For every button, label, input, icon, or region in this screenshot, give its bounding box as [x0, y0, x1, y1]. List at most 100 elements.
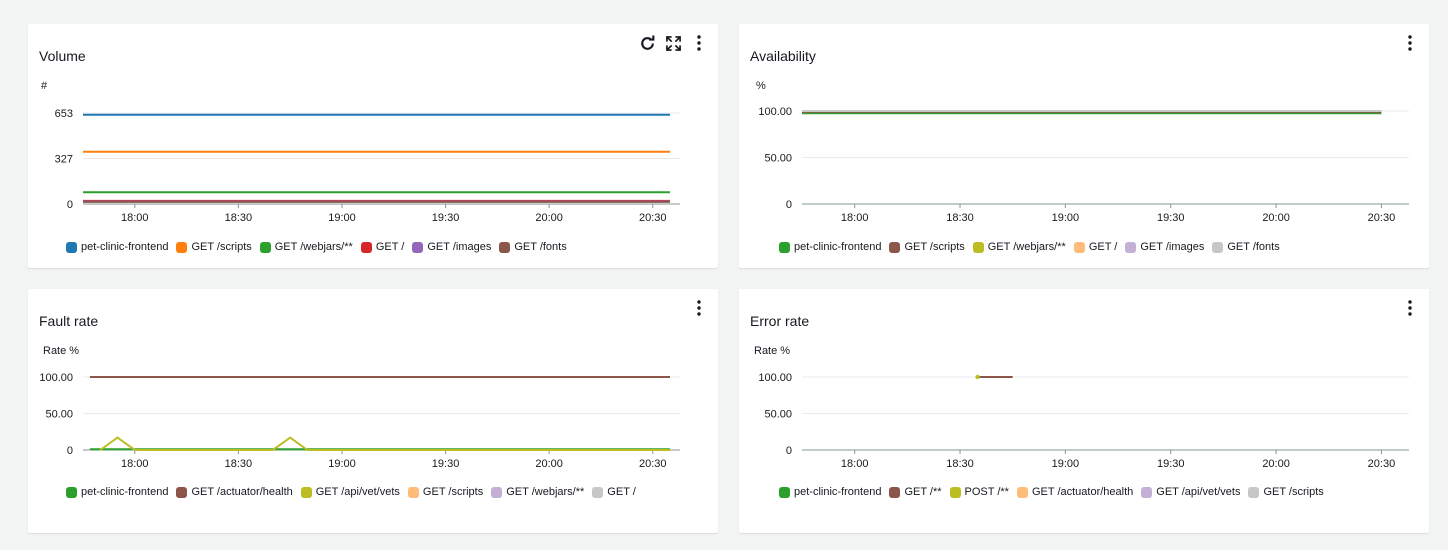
legend-swatch [66, 241, 77, 253]
legend-item[interactable]: GET /scripts [176, 241, 252, 253]
error-rate-panel: Error rate Rate % 100.00 50.00 0 18:00 18:30… [739, 289, 1429, 533]
legend-label: GET /scripts [191, 241, 252, 253]
x-tick-label: 18:00 [841, 458, 869, 470]
volume-chart: 653 327 0 18:00 18:30 19:00 19:30 20:00 20:30 [55, 108, 680, 224]
legend-item[interactable]: GET / [592, 486, 636, 498]
x-tick-label: 20:30 [1368, 212, 1396, 224]
x-tick-label: 19:30 [432, 212, 460, 224]
y-tick-label: 327 [55, 154, 73, 166]
legend-label: GET /fonts [514, 241, 567, 253]
legend-item[interactable]: GET /fonts [499, 241, 567, 253]
x-tick-label: 20:30 [639, 212, 667, 224]
y-tick-label: 0 [67, 199, 73, 211]
legend-item[interactable]: GET / [360, 241, 404, 253]
volume-panel: Volume # 653 327 0 18:00 18:30 19:00 19:30 20:0… [28, 24, 718, 268]
legend-label: GET /fonts [1227, 241, 1280, 253]
legend-swatch [176, 241, 188, 253]
legend-label: GET / [607, 486, 636, 498]
legend-swatch [972, 241, 984, 253]
y-tick-label: 100.00 [758, 372, 792, 384]
legend-item[interactable]: pet-clinic-frontend [66, 241, 168, 253]
legend-label: pet-clinic-frontend [794, 241, 882, 253]
legend-item[interactable]: GET /actuator/health [176, 486, 293, 498]
x-tick-label: 19:30 [432, 458, 460, 470]
x-tick-label: 18:30 [225, 458, 253, 470]
legend-swatch [779, 241, 790, 253]
legend-item[interactable]: GET /api/vet/vets [1141, 486, 1240, 498]
legend-item[interactable]: pet-clinic-frontend [66, 486, 168, 498]
legend-item[interactable]: GET /actuator/health [1016, 486, 1133, 498]
x-tick-label: 18:30 [946, 458, 974, 470]
legend-item[interactable]: pet-clinic-frontend [779, 241, 881, 253]
legend-label: GET /webjars/** [987, 241, 1066, 253]
legend-swatch [1141, 486, 1153, 498]
legend-item[interactable]: GET /** [889, 486, 942, 498]
legend-swatch [259, 241, 271, 253]
x-tick-label: 19:30 [1157, 458, 1185, 470]
legend-item[interactable]: GET /scripts [1248, 486, 1324, 498]
legend-item[interactable]: GET / [1073, 241, 1118, 253]
fault-rate-panel: Fault rate Rate % 100.00 50.00 0 18:00 18:30… [28, 289, 718, 533]
legend-label: pet-clinic-frontend [81, 486, 169, 498]
legend-item[interactable]: GET /api/vet/vets [300, 486, 400, 498]
y-tick-label: 50.00 [764, 409, 792, 421]
x-tick-label: 19:00 [1052, 458, 1080, 470]
legend-label: GET /api/vet/vets [315, 486, 400, 498]
volume-legend: pet-clinic-frontend GET /scripts GET /webj… [66, 241, 706, 253]
x-tick-label: 20:00 [535, 458, 563, 470]
legend-item[interactable]: GET /webjars/** [491, 486, 584, 498]
legend-swatch [1125, 241, 1137, 253]
y-tick-label: 653 [55, 108, 73, 120]
legend-label: GET /api/vet/vets [1156, 486, 1241, 498]
legend-swatch [66, 486, 77, 498]
legend-swatch [592, 486, 604, 498]
x-tick-label: 20:30 [639, 458, 667, 470]
legend-item[interactable]: POST /** [949, 486, 1009, 498]
legend-item[interactable]: GET /webjars/** [972, 241, 1066, 253]
x-tick-label: 18:00 [841, 212, 869, 224]
legend-item[interactable]: GET /fonts [1212, 241, 1280, 253]
legend-swatch [300, 486, 312, 498]
error-rate-legend: pet-clinic-frontend GET /** POST /** GET /a… [779, 486, 1419, 498]
legend-item[interactable]: GET /scripts [407, 486, 484, 498]
legend-swatch [1248, 486, 1260, 498]
legend-item[interactable]: GET /webjars/** [259, 241, 353, 253]
legend-label: GET /scripts [422, 486, 484, 498]
y-tick-label: 100.00 [39, 372, 73, 384]
legend-swatch [491, 486, 503, 498]
legend-swatch [176, 486, 188, 498]
x-tick-label: 18:30 [225, 212, 253, 224]
y-tick-label: 0 [786, 199, 792, 211]
legend-swatch [360, 241, 372, 253]
legend-label: GET / [1088, 241, 1118, 253]
legend-label: GET /** [904, 486, 942, 498]
legend-label: POST /** [964, 486, 1009, 498]
series-line [99, 436, 670, 451]
x-tick-label: 20:00 [535, 212, 563, 224]
legend-swatch [889, 486, 901, 498]
x-tick-label: 19:00 [1052, 212, 1080, 224]
y-tick-label: 50.00 [764, 153, 792, 165]
availability-panel: Availability % 100.00 50.00 0 18:00 18:30 19:… [739, 24, 1429, 268]
legend-item[interactable]: pet-clinic-frontend [779, 486, 881, 498]
legend-label: GET /images [427, 241, 492, 253]
y-tick-label: 100.00 [758, 106, 792, 118]
legend-item[interactable]: GET /images [1125, 241, 1204, 253]
legend-label: GET /scripts [1263, 486, 1324, 498]
x-tick-label: 19:00 [328, 458, 356, 470]
legend-label: GET /actuator/health [191, 486, 293, 498]
availability-legend: pet-clinic-frontend GET /scripts GET /webj… [779, 241, 1419, 253]
legend-swatch [1073, 241, 1085, 253]
y-tick-label: 0 [67, 445, 73, 457]
legend-item[interactable]: GET /images [412, 241, 491, 253]
legend-label: GET /webjars/** [274, 241, 353, 253]
legend-label: GET /webjars/** [506, 486, 585, 498]
legend-swatch [407, 486, 419, 498]
legend-item[interactable]: GET /scripts [889, 241, 965, 253]
legend-label: GET /scripts [904, 241, 965, 253]
x-tick-label: 18:00 [121, 458, 149, 470]
legend-swatch [499, 241, 511, 253]
y-tick-label: 50.00 [45, 409, 73, 421]
x-tick-label: 18:30 [946, 212, 974, 224]
availability-chart: 100.00 50.00 0 18:00 18:30 19:00 19:30 20:00 20:… [758, 106, 1409, 224]
